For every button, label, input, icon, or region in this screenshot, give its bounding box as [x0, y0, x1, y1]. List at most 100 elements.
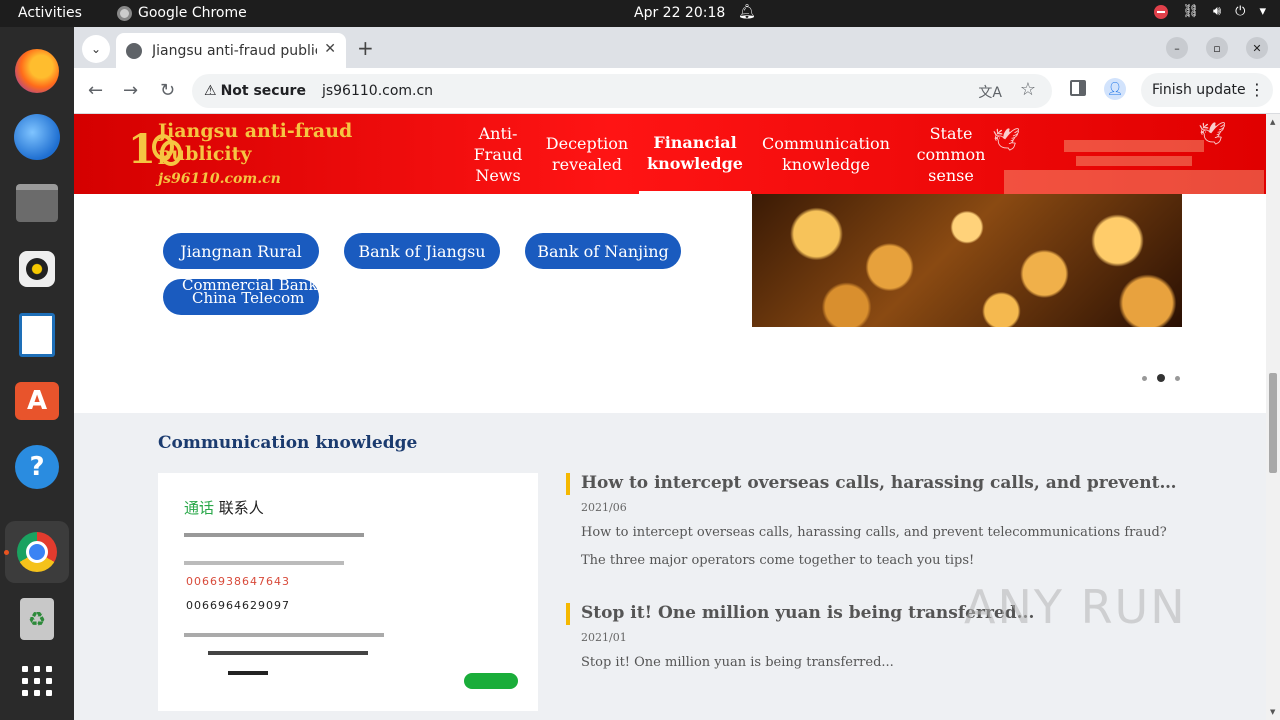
- nav-label: Financial knowledge: [647, 132, 743, 173]
- apps-grid-icon: [22, 666, 52, 696]
- url-text[interactable]: js96110.com.cn: [322, 83, 433, 99]
- blurred-row: [184, 561, 344, 565]
- favicon-icon: [126, 42, 142, 59]
- nav-state-common-sense[interactable]: State common sense: [910, 114, 992, 194]
- chrome-small-icon: [117, 5, 132, 21]
- thunderbird-launcher[interactable]: [13, 113, 61, 161]
- page-scrollbar[interactable]: ▲ ▼: [1266, 114, 1280, 720]
- scroll-up-icon[interactable]: ▲: [1270, 118, 1275, 126]
- minimize-button[interactable]: –: [1166, 37, 1188, 59]
- nav-label: Anti-Fraud News: [473, 123, 523, 185]
- green-call-button-icon: [464, 673, 518, 689]
- article-summary: How to intercept overseas calls, harassi…: [581, 525, 1167, 568]
- section-title[interactable]: Communication knowledge: [158, 433, 417, 453]
- bank-button[interactable]: Bank of Jiangsu: [344, 233, 500, 269]
- nav-anti-fraud-news[interactable]: Anti-Fraud News: [464, 114, 532, 194]
- new-tab-button[interactable]: +: [357, 36, 374, 60]
- article-accent-bar: [566, 473, 570, 495]
- firefox-icon: [15, 49, 59, 93]
- finish-update-label: Finish update: [1152, 82, 1246, 98]
- profile-avatar-icon[interactable]: 👤︎: [1104, 78, 1126, 100]
- dock: A ? ♻: [0, 27, 74, 720]
- nav-label: Deception revealed: [545, 134, 629, 174]
- bank-button[interactable]: Bank of Nanjing: [525, 233, 681, 269]
- close-window-button[interactable]: ✕: [1246, 37, 1268, 59]
- bank-button[interactable]: Jiangnan Rural: [163, 233, 319, 269]
- files-icon: [16, 184, 58, 222]
- bank-label: Jiangnan Rural: [180, 241, 302, 261]
- maximize-button[interactable]: ▫: [1206, 37, 1228, 59]
- browser-tab[interactable]: Jiangsu anti-fraud publicity ✕: [116, 33, 346, 68]
- warning-icon: ⚠: [204, 83, 217, 99]
- tab-search-button[interactable]: ⌄: [82, 35, 110, 63]
- software-icon: A: [15, 382, 59, 420]
- scroll-down-icon[interactable]: ▼: [1270, 708, 1275, 716]
- article-date: 2021/06: [581, 501, 627, 514]
- bank-label: Bank of Jiangsu: [358, 241, 486, 261]
- writer-icon: [19, 313, 55, 357]
- reload-button[interactable]: ↻: [160, 80, 175, 101]
- rhythmbox-icon: [19, 251, 55, 287]
- black-phone-number: 0066964629097: [186, 599, 290, 612]
- show-apps-button[interactable]: [13, 657, 61, 705]
- back-button[interactable]: ←: [88, 80, 103, 101]
- carousel-dot-active[interactable]: [1157, 374, 1165, 382]
- article-accent-bar: [566, 603, 570, 625]
- activities-button[interactable]: Activities: [18, 5, 82, 21]
- toolbar: ← → ↻ ⚠ Not secure js96110.com.cn 文A ☆ 👤…: [74, 68, 1280, 114]
- blurred-row: [228, 671, 268, 675]
- blurred-row: [184, 533, 364, 537]
- carousel-dot[interactable]: [1175, 375, 1180, 381]
- rhythmbox-launcher[interactable]: [13, 245, 61, 293]
- security-label[interactable]: Not secure: [221, 83, 306, 99]
- trash-launcher[interactable]: ♻: [13, 595, 61, 643]
- recording-indicator-icon: [1154, 4, 1169, 19]
- article-date: 2021/01: [581, 631, 627, 644]
- software-launcher[interactable]: A: [13, 377, 61, 425]
- translate-icon[interactable]: 文A: [978, 82, 1002, 102]
- anyrun-watermark: ANY RUN: [964, 580, 1187, 634]
- trash-icon: ♻: [20, 598, 54, 640]
- writer-launcher[interactable]: [13, 311, 61, 359]
- system-tray[interactable]: ⛓︎ 🔊︎ ⏻ ▾: [1154, 4, 1266, 19]
- site-domain: js96110.com.cn: [158, 171, 281, 187]
- notification-bell-icon: 🔔︎: [738, 4, 756, 20]
- carousel-dots: [1142, 374, 1180, 382]
- call-log-screenshot[interactable]: 通话 联系人 0066938647643 0066964629097: [158, 473, 538, 711]
- carousel-dot[interactable]: [1142, 375, 1147, 381]
- running-indicator: [4, 550, 9, 555]
- thunderbird-icon: [14, 114, 60, 160]
- site-title[interactable]: Jiangsu anti-fraud publicity: [158, 120, 378, 166]
- clock[interactable]: Apr 22 20:18: [634, 5, 725, 21]
- site-header: 1 Jiangsu anti-fraud publicity js96110.c…: [74, 114, 1266, 194]
- blurred-row: [184, 633, 384, 637]
- scrollbar-thumb[interactable]: [1269, 373, 1277, 473]
- app-menu[interactable]: Google Chrome: [117, 5, 247, 21]
- files-launcher[interactable]: [13, 179, 61, 227]
- nav-deception-revealed[interactable]: Deception revealed: [544, 114, 630, 194]
- dove-icon: 🕊︎: [992, 128, 1020, 153]
- forward-button[interactable]: →: [123, 80, 138, 101]
- address-bar[interactable]: ⚠ Not secure js96110.com.cn 文A ☆: [192, 74, 1052, 108]
- coins-banner-image[interactable]: [752, 194, 1182, 327]
- system-top-bar: Activities Google Chrome Apr 22 20:18 🔔︎…: [0, 0, 1280, 27]
- communication-knowledge-section: Communication knowledge 通话 联系人 006693864…: [74, 413, 1266, 720]
- article-summary: Stop it! One million yuan is being trans…: [581, 655, 894, 670]
- volume-icon: 🔊︎: [1212, 4, 1222, 19]
- nav-communication-knowledge[interactable]: Communication knowledge: [762, 114, 890, 194]
- menu-kebab-icon: ⋮: [1249, 80, 1265, 99]
- blurred-row: [208, 651, 368, 655]
- nav-label: State common sense: [916, 123, 986, 185]
- article-title[interactable]: How to intercept overseas calls, harassi…: [581, 473, 1181, 493]
- firefox-launcher[interactable]: [13, 47, 61, 95]
- bookmark-star-icon[interactable]: ☆: [1020, 79, 1036, 100]
- side-panel-icon[interactable]: [1070, 80, 1086, 96]
- chrome-launcher[interactable]: [5, 521, 69, 583]
- finish-update-button[interactable]: Finish update ⋮: [1141, 73, 1273, 107]
- red-phone-number: 0066938647643: [186, 575, 290, 588]
- app-name: Google Chrome: [138, 5, 247, 21]
- close-tab-icon[interactable]: ✕: [324, 41, 336, 57]
- tab-strip: ⌄ Jiangsu anti-fraud publicity ✕ + – ▫ ✕: [74, 27, 1280, 68]
- help-launcher[interactable]: ?: [13, 443, 61, 491]
- nav-financial-knowledge[interactable]: Financial knowledge: [639, 114, 751, 194]
